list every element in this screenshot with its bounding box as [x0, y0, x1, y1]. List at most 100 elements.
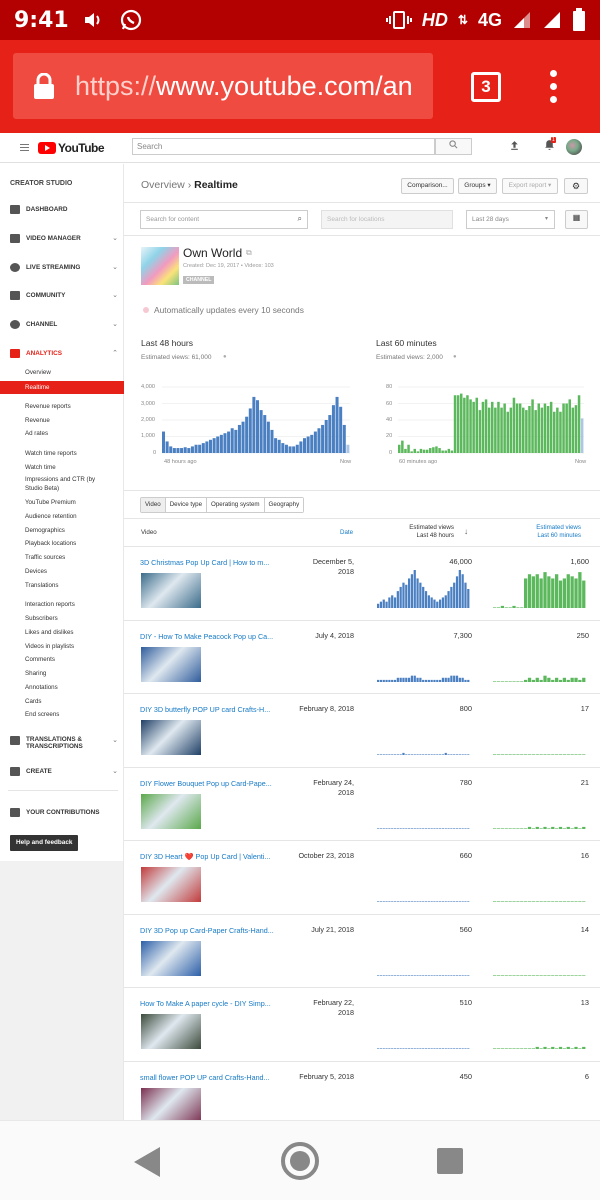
search-content-input[interactable]: Search for content ⌕ [140, 210, 308, 229]
sidebar-sub-revenue[interactable]: Revenue [25, 417, 50, 424]
sidebar-sub-sharing[interactable]: Sharing [25, 670, 46, 677]
calendar-button[interactable]: ▦ [565, 210, 588, 229]
sort-arrow-down-icon[interactable]: ↓ [464, 527, 468, 536]
table-row[interactable]: DIY 3D Pop up Card-Paper Crafts-Hand... J… [124, 913, 600, 988]
sidebar-item-contributions[interactable]: YOUR CONTRIBUTIONS [10, 805, 118, 819]
sidebar-sub-likes[interactable]: Likes and dislikes [25, 629, 74, 636]
video-thumbnail[interactable] [141, 1014, 201, 1049]
table-row[interactable]: How To Make A paper cycle - DIY Simp... F… [124, 987, 600, 1061]
upload-icon[interactable] [509, 140, 520, 154]
account-avatar[interactable] [566, 139, 582, 155]
recent-apps-button[interactable] [437, 1148, 463, 1174]
sidebar-sub-traffic-sources[interactable]: Traffic sources [25, 554, 65, 561]
table-row[interactable]: DIY Flower Bouquet Pop up Card-Pape... Fe… [124, 766, 600, 841]
help-feedback-button[interactable]: Help and feedback [10, 835, 79, 851]
sidebar-sub-playlists[interactable]: Videos in playlists [25, 643, 74, 650]
chart-bar [295, 444, 299, 453]
sidebar-sub-playback-locations[interactable]: Playback locations [25, 540, 76, 547]
tab-switcher-button[interactable]: 3 [471, 72, 501, 102]
sidebar-item-community[interactable]: COMMUNITY ⌄ [10, 288, 118, 302]
video-thumbnail[interactable] [141, 867, 201, 902]
video-thumbnail[interactable] [141, 573, 201, 608]
tab-device-type[interactable]: Device type [165, 498, 208, 512]
sidebar-sub-translations[interactable]: Translations [25, 582, 58, 589]
youtube-logo[interactable]: YouTube [38, 141, 105, 155]
date-range-select[interactable]: Last 28 days ▾ [466, 210, 555, 229]
sidebar-sub-watch-time[interactable]: Watch time [25, 464, 56, 471]
sidebar-sub-annotations[interactable]: Annotations [25, 684, 58, 691]
search-input[interactable]: Search [132, 138, 435, 155]
video-thumbnail[interactable] [141, 940, 201, 976]
sidebar-item-dashboard[interactable]: DASHBOARD [10, 202, 118, 216]
revenue-reports-heading[interactable]: Revenue reports [25, 403, 71, 410]
sidebar-sub-audience-retention[interactable]: Audience retention [25, 513, 77, 520]
help-icon[interactable]: ● [223, 354, 227, 360]
chart-bar [562, 974, 567, 976]
external-link-icon[interactable]: ⧉ [246, 248, 252, 258]
column-header-date[interactable]: Date [340, 529, 353, 536]
home-button[interactable] [281, 1142, 319, 1180]
search-locations-input[interactable]: Search for locations [321, 210, 453, 229]
chart-bar [543, 754, 547, 755]
breadcrumb-overview[interactable]: Overview [141, 179, 185, 191]
tab-video[interactable]: Video [141, 498, 166, 512]
channel-thumbnail[interactable] [141, 247, 179, 285]
sidebar-item-channel[interactable]: CHANNEL ⌄ [10, 317, 118, 331]
url-bar[interactable]: https://www.youtube.com/an [13, 53, 433, 119]
back-button[interactable] [134, 1147, 160, 1177]
chart-bar [481, 401, 485, 453]
video-thumbnail[interactable] [141, 646, 201, 682]
video-title-link[interactable]: How To Make A paper cycle - DIY Simp... [140, 999, 275, 1008]
video-title-link[interactable]: DIY Flower Bouquet Pop up Card-Pape... [140, 779, 275, 788]
settings-button[interactable]: ⚙ [564, 178, 588, 194]
sidebar-item-analytics[interactable]: ANALYTICS ⌃ [10, 346, 118, 360]
chart-bar [500, 605, 505, 608]
groups-button[interactable]: Groups ▾ [458, 178, 497, 194]
chart-bar [205, 441, 209, 453]
sidebar-sub-demographics[interactable]: Demographics [25, 527, 65, 534]
video-thumbnail[interactable] [141, 793, 201, 829]
column-header-views-48h[interactable]: Estimated views Last 48 hours [404, 524, 454, 540]
table-row[interactable]: DIY 3D butterfly POP UP card Crafts-H...… [124, 693, 600, 767]
sidebar-sub-devices[interactable]: Devices [25, 568, 47, 575]
sidebar-sub-impressions-2[interactable]: Studio Beta) [25, 485, 59, 492]
video-thumbnail[interactable] [141, 1087, 201, 1120]
sidebar-item-translations[interactable]: TRANSLATIONS & TRANSCRIPTIONS ⌄ [10, 736, 118, 754]
export-report-button[interactable]: Export report ▾ [502, 178, 558, 194]
sidebar-sub-cards[interactable]: Cards [25, 698, 42, 705]
sidebar-sub-youtube-premium[interactable]: YouTube Premium [25, 499, 76, 506]
table-row[interactable]: DIY - How To Make Peacock Pop up Ca... Ju… [124, 619, 600, 694]
sidebar-sub-ad-rates[interactable]: Ad rates [25, 430, 48, 437]
sidebar-sub-subscribers[interactable]: Subscribers [25, 615, 58, 622]
sidebar-item-live-streaming[interactable]: LIVE STREAMING ⌄ [10, 260, 118, 274]
sidebar-sub-realtime[interactable]: Realtime [0, 381, 124, 394]
sidebar-sub-impressions[interactable]: Impressions and CTR (by [25, 476, 95, 483]
table-row[interactable]: 3D Christmas Pop Up Card | How to m... De… [124, 546, 600, 620]
sidebar-item-create[interactable]: CREATE ⌄ [10, 764, 118, 778]
help-icon[interactable]: ● [453, 354, 457, 360]
channel-title[interactable]: Own World [183, 246, 242, 260]
browser-menu-icon[interactable] [548, 70, 558, 106]
tab-geography[interactable]: Geography [264, 498, 304, 512]
video-title-link[interactable]: DIY 3D Heart ❤️ Pop Up Card | Valenti... [140, 852, 275, 861]
table-row[interactable]: DIY 3D Heart ❤️ Pop Up Card | Valenti...… [124, 840, 600, 914]
video-title-link[interactable]: 3D Christmas Pop Up Card | How to m... [140, 558, 275, 567]
sidebar-sub-end-screens[interactable]: End screens [25, 711, 59, 718]
column-header-views-60m[interactable]: Estimated views Last 60 minutes [526, 524, 581, 540]
video-title-link[interactable]: DIY 3D butterfly POP UP card Crafts-H... [140, 705, 275, 714]
video-title-link[interactable]: small flower POP UP card Crafts-Hand... [140, 1073, 275, 1082]
tab-operating-system[interactable]: Operating system [207, 498, 265, 512]
video-title-link[interactable]: DIY 3D Pop up Card-Paper Crafts-Hand... [140, 926, 275, 935]
sidebar-sub-overview[interactable]: Overview [25, 369, 51, 376]
table-row[interactable]: small flower POP UP card Crafts-Hand... F… [124, 1060, 600, 1120]
video-thumbnail[interactable] [141, 720, 201, 755]
watch-time-reports-heading[interactable]: Watch time reports [25, 450, 77, 457]
search-button[interactable] [435, 138, 472, 155]
sidebar-sub-comments[interactable]: Comments [25, 656, 55, 663]
video-title-link[interactable]: DIY - How To Make Peacock Pop up Ca... [140, 632, 275, 641]
menu-icon[interactable] [20, 142, 29, 153]
comparison-button[interactable]: Comparison... [401, 178, 454, 194]
sidebar-item-video-manager[interactable]: VIDEO MANAGER ⌄ [10, 231, 118, 245]
interaction-reports-heading[interactable]: Interaction reports [25, 601, 75, 608]
chart-bar [436, 827, 439, 829]
